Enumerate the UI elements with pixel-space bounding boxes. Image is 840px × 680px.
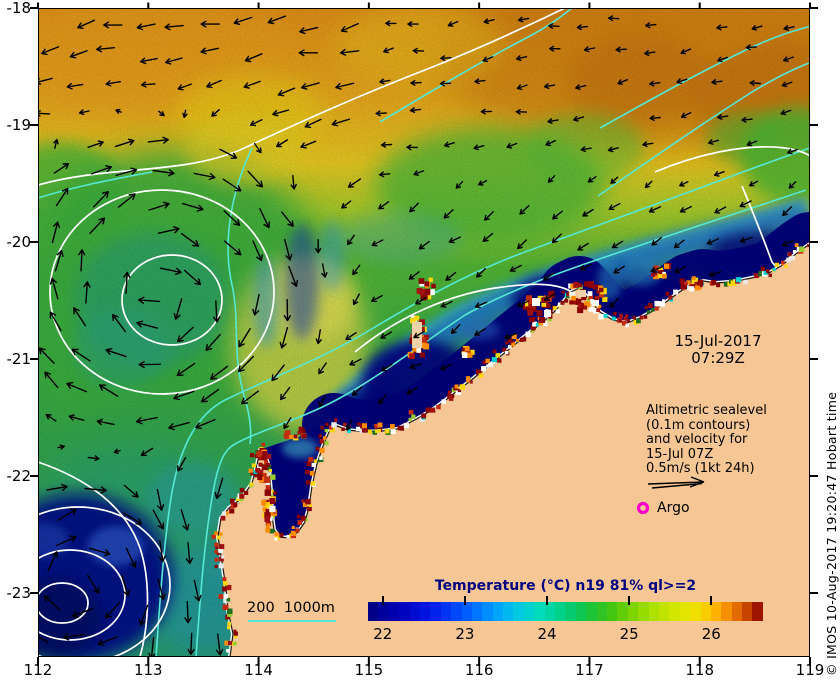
colorbar-title: Temperature (°C) n19 81% ql>=2 xyxy=(434,578,697,594)
annotation-line: (0.1m contours) xyxy=(646,417,751,433)
colorbar-tick xyxy=(628,596,631,605)
y-axis-tick-label: -21 xyxy=(6,350,32,368)
y-axis-tick-label: -18 xyxy=(6,0,32,17)
y-axis-tick-label: -20 xyxy=(6,233,32,251)
colorbar-tick-label: 25 xyxy=(619,625,639,643)
colorbar-segment xyxy=(575,602,587,621)
altimetry-annotation: Altimetric sealevel (0.1m contours) and ve… xyxy=(646,403,767,477)
colorbar-segment xyxy=(399,602,410,621)
annotation-line: Altimetric sealevel xyxy=(646,403,767,418)
x-axis-tick-label: 117 xyxy=(575,661,604,679)
colorbar-segment xyxy=(565,602,576,621)
colorbar-tick xyxy=(381,596,384,605)
colorbar-segment xyxy=(430,602,441,621)
x-axis-tick-label: 118 xyxy=(685,661,715,679)
colorbar-segment xyxy=(503,602,514,621)
colorbar-segment xyxy=(409,602,420,621)
x-axis-tick-label: 114 xyxy=(244,661,273,679)
colorbar-tick xyxy=(710,596,713,605)
colorbar-segment xyxy=(555,602,566,621)
colorbar-segment xyxy=(388,602,400,621)
colorbar-gradient-bar: 22 23 24 25 26 xyxy=(368,596,763,643)
colorbar-segment xyxy=(368,602,379,621)
colorbar-segment xyxy=(606,602,618,621)
colorbar-segment xyxy=(471,602,483,621)
x-axis-tick-label: 115 xyxy=(354,661,384,679)
colorbar-segment xyxy=(742,602,753,621)
time-label: 07:29Z xyxy=(691,349,745,367)
colorbar-segment xyxy=(419,602,431,621)
colorbar-tick xyxy=(463,596,466,605)
colorbar-segment xyxy=(648,602,659,621)
imos-sst-map-page: -18 -19 -20 -21 -22 -23 112 113 114 115 116 117 118… xyxy=(0,0,840,680)
colorbar-segment xyxy=(523,602,535,621)
colorbar-segment xyxy=(534,602,545,621)
colorbar-segment xyxy=(617,602,628,621)
temperature-colorbar: Temperature (°C) n19 81% ql>=2 22 23 24 25 2… xyxy=(368,577,763,643)
colorbar-tick-label: 23 xyxy=(455,625,475,643)
annotation-line: and velocity for xyxy=(646,432,748,447)
x-axis-tick-label: 113 xyxy=(133,661,163,679)
bathymetry-legend-line xyxy=(248,620,336,622)
timestamp-block: 15-Jul-2017 07:29Z xyxy=(653,333,783,367)
y-axis-tick-label: -23 xyxy=(6,584,32,602)
y-axis-tick-label: -22 xyxy=(6,467,32,485)
colorbar-tick-label: 24 xyxy=(537,625,557,643)
colorbar-segment xyxy=(731,602,743,621)
colorbar-segment xyxy=(669,602,680,621)
date-label: 15-Jul-2017 xyxy=(674,332,762,350)
colorbar-segment xyxy=(638,602,649,621)
colorbar-tick-label: 22 xyxy=(373,625,393,643)
colorbar-segment xyxy=(679,602,691,621)
x-axis-tick-label: 112 xyxy=(23,661,53,679)
argo-label: Argo xyxy=(657,500,690,516)
annotation-line: 0.5m/s (1kt 24h) xyxy=(646,461,755,476)
colorbar-segment xyxy=(596,602,607,621)
bathymetry-legend-label: 200 1000m xyxy=(247,600,335,616)
y-axis-tick-label: -19 xyxy=(6,116,32,134)
colorbar-tick xyxy=(546,596,549,605)
colorbar-segment xyxy=(482,602,493,621)
colorbar-segment xyxy=(586,602,597,621)
credit-vertical-text: © IMOS 10-Aug-2017 19:20:47 Hobart time xyxy=(824,391,839,676)
colorbar-segment xyxy=(513,602,524,621)
colorbar-segment xyxy=(690,602,701,621)
colorbar-tick-label: 26 xyxy=(701,625,721,643)
colorbar-segment xyxy=(721,602,732,621)
colorbar-segment xyxy=(492,602,504,621)
annotation-line: 15-Jul 07Z xyxy=(646,446,714,462)
colorbar-segment xyxy=(451,602,462,621)
colorbar-segment xyxy=(752,602,763,621)
x-axis-tick-label: 116 xyxy=(464,661,494,679)
colorbar-segment xyxy=(658,602,670,621)
colorbar-segment xyxy=(440,602,452,621)
colorbar-segment xyxy=(710,602,722,621)
